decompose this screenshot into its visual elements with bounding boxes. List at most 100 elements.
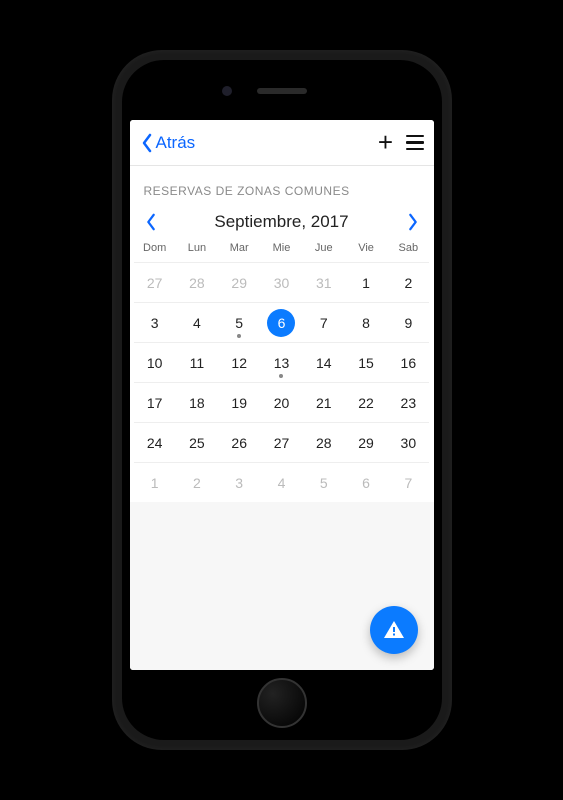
phone-camera: [222, 86, 232, 96]
prev-month-button[interactable]: [136, 213, 166, 231]
day-number: 6: [267, 309, 295, 337]
day-number: 15: [358, 355, 374, 371]
calendar-day[interactable]: 26: [218, 422, 260, 462]
day-number: 2: [193, 475, 201, 491]
calendar-day[interactable]: 7: [387, 462, 429, 502]
calendar-day[interactable]: 2: [176, 462, 218, 502]
day-number: 27: [147, 275, 163, 291]
day-number: 30: [274, 275, 290, 291]
day-number: 14: [316, 355, 332, 371]
chevron-left-icon: [145, 213, 157, 231]
day-number: 21: [316, 395, 332, 411]
calendar-day[interactable]: 1: [134, 462, 176, 502]
calendar-day[interactable]: 12: [218, 342, 260, 382]
alert-triangle-icon: [382, 618, 406, 642]
calendar-day[interactable]: 8: [345, 302, 387, 342]
day-number: 28: [189, 275, 205, 291]
calendar-day[interactable]: 7: [303, 302, 345, 342]
weekday-label: Mar: [218, 240, 260, 256]
calendar-day[interactable]: 5: [218, 302, 260, 342]
month-label: Septiembre, 2017: [166, 212, 398, 232]
chevron-left-icon: [140, 133, 154, 153]
event-dot-icon: [237, 334, 241, 338]
calendar-day[interactable]: 4: [176, 302, 218, 342]
weekday-label: Sab: [387, 240, 429, 256]
home-button[interactable]: [257, 678, 307, 728]
day-number: 28: [316, 435, 332, 451]
weekday-header: DomLunMarMieJueVieSab: [130, 240, 434, 262]
weekday-label: Dom: [134, 240, 176, 256]
calendar-day[interactable]: 30: [387, 422, 429, 462]
day-number: 13: [274, 355, 290, 371]
calendar-grid: 2728293031123456789101112131415161718192…: [130, 262, 434, 502]
day-number: 1: [362, 275, 370, 291]
day-number: 24: [147, 435, 163, 451]
day-number: 19: [231, 395, 247, 411]
calendar-day[interactable]: 31: [303, 262, 345, 302]
day-number: 12: [231, 355, 247, 371]
calendar-day[interactable]: 3: [134, 302, 176, 342]
day-number: 17: [147, 395, 163, 411]
section-title: RESERVAS DE ZONAS COMUNES: [130, 166, 434, 208]
calendar-day[interactable]: 22: [345, 382, 387, 422]
calendar-day[interactable]: 18: [176, 382, 218, 422]
weekday-label: Mie: [260, 240, 302, 256]
calendar-day[interactable]: 10: [134, 342, 176, 382]
day-number: 3: [151, 315, 159, 331]
calendar-day[interactable]: 20: [260, 382, 302, 422]
calendar-day[interactable]: 4: [260, 462, 302, 502]
plus-icon: +: [378, 127, 393, 158]
calendar-day[interactable]: 17: [134, 382, 176, 422]
calendar-day[interactable]: 6: [345, 462, 387, 502]
back-label: Atrás: [156, 133, 196, 153]
calendar-day[interactable]: 28: [176, 262, 218, 302]
calendar-day[interactable]: 28: [303, 422, 345, 462]
content-area: [130, 502, 434, 670]
add-button[interactable]: +: [372, 127, 400, 158]
weekday-label: Lun: [176, 240, 218, 256]
calendar-day[interactable]: 16: [387, 342, 429, 382]
calendar-day[interactable]: 15: [345, 342, 387, 382]
calendar-week: 10 11 12 13 14 15 16: [134, 342, 430, 382]
next-month-button[interactable]: [398, 213, 428, 231]
calendar-day[interactable]: 24: [134, 422, 176, 462]
calendar-week: 17 18 19 20 21 2223: [134, 382, 430, 422]
calendar-week: 27 28 29 30 31 1 2: [134, 262, 430, 302]
calendar-day[interactable]: 6: [260, 302, 302, 342]
calendar-day[interactable]: 3: [218, 462, 260, 502]
calendar-panel: RESERVAS DE ZONAS COMUNES Septiembre, 20…: [130, 166, 434, 502]
calendar-day[interactable]: 5: [303, 462, 345, 502]
calendar-day[interactable]: 14: [303, 342, 345, 382]
calendar-day[interactable]: 9: [387, 302, 429, 342]
calendar-day[interactable]: 27: [260, 422, 302, 462]
back-button[interactable]: Atrás: [140, 133, 196, 153]
day-number: 3: [235, 475, 243, 491]
calendar-day[interactable]: 25: [176, 422, 218, 462]
day-number: 8: [362, 315, 370, 331]
calendar-day[interactable]: 29: [345, 422, 387, 462]
day-number: 26: [231, 435, 247, 451]
day-number: 25: [189, 435, 205, 451]
calendar-week: 24 25 26 27 28 2930: [134, 422, 430, 462]
calendar-day[interactable]: 30: [260, 262, 302, 302]
phone-speaker: [257, 88, 307, 94]
day-number: 11: [190, 355, 205, 371]
calendar-day[interactable]: 13: [260, 342, 302, 382]
day-number: 29: [231, 275, 247, 291]
day-number: 27: [274, 435, 290, 451]
menu-button[interactable]: [406, 135, 424, 151]
calendar-day[interactable]: 1: [345, 262, 387, 302]
calendar-day[interactable]: 19: [218, 382, 260, 422]
app-screen: Atrás + RESERVAS DE ZONAS COMUNES: [130, 120, 434, 670]
alert-fab[interactable]: [370, 606, 418, 654]
calendar-day[interactable]: 21: [303, 382, 345, 422]
calendar-day[interactable]: 2: [387, 262, 429, 302]
calendar-day[interactable]: 27: [134, 262, 176, 302]
calendar-day[interactable]: 11: [176, 342, 218, 382]
day-number: 4: [193, 315, 201, 331]
calendar-day[interactable]: 29: [218, 262, 260, 302]
phone-frame: Atrás + RESERVAS DE ZONAS COMUNES: [112, 50, 452, 750]
day-number: 20: [274, 395, 290, 411]
calendar-day[interactable]: 23: [387, 382, 429, 422]
day-number: 5: [235, 315, 243, 331]
